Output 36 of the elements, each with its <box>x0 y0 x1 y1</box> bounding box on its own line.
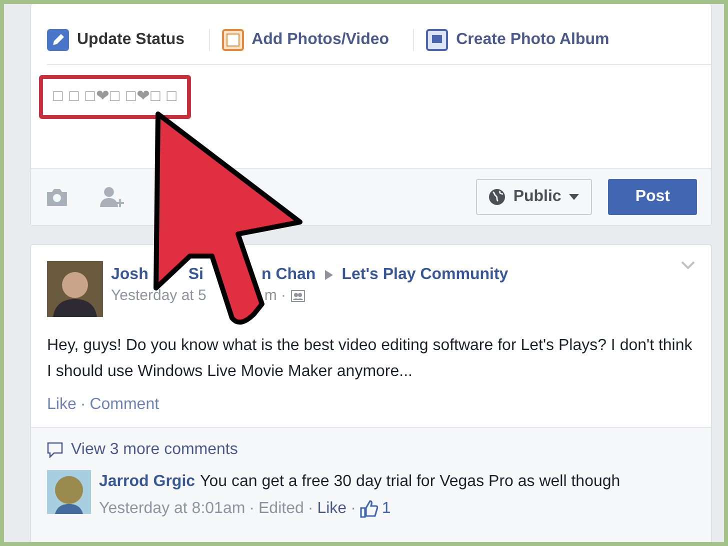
tab[interactable]: Create Photo Album <box>426 28 622 64</box>
author-name[interactable]: Josh <box>111 265 148 284</box>
thumbs-up-icon <box>360 500 378 518</box>
camera-icon[interactable] <box>45 187 69 207</box>
post-action-link[interactable]: Like <box>47 393 76 417</box>
view-comments-link[interactable]: View 3 more comments <box>71 438 238 462</box>
like-count: 1 <box>382 499 391 519</box>
avatar[interactable] <box>47 261 103 317</box>
tag-person-icon[interactable] <box>99 185 127 209</box>
avatar[interactable] <box>47 470 91 514</box>
author-name[interactable]: Si <box>188 265 204 284</box>
caret-icon <box>569 194 580 200</box>
photo-icon <box>222 29 244 51</box>
privacy-dropdown[interactable]: Public <box>476 179 592 215</box>
comment-text: You can get a free 30 day trial for Vegas Pro as well though <box>200 473 620 490</box>
like-link[interactable]: Like <box>317 497 347 521</box>
friends-icon <box>291 290 306 302</box>
post-action-link[interactable]: Comment <box>90 393 160 417</box>
separator-dot: · <box>308 499 314 519</box>
post-time: m · <box>264 287 286 305</box>
triangle-icon <box>324 270 333 280</box>
pencil-icon <box>47 29 69 51</box>
album-icon <box>426 29 448 51</box>
globe-icon <box>489 189 506 205</box>
separator-dot: · <box>350 499 356 519</box>
author-name[interactable]: n Chan <box>261 265 316 284</box>
tab[interactable]: Add Photos/Video <box>222 28 402 64</box>
post-text: Hey, guys! Do you know what is the best video editing software for Let's Plays? I don't think I should use Windows Live Movie Maker anymore... <box>46 336 694 382</box>
post-button[interactable]: Post <box>608 179 697 215</box>
separator-dot: · <box>80 395 86 415</box>
chevron-down-icon[interactable] <box>681 261 695 269</box>
tab[interactable]: Update Status <box>47 28 197 64</box>
group-link[interactable]: Let's Play Community <box>342 265 508 284</box>
separator-dot: · <box>249 499 254 519</box>
comment-author[interactable]: Jarrod Grgic <box>99 473 196 490</box>
comment-icon <box>47 442 63 458</box>
